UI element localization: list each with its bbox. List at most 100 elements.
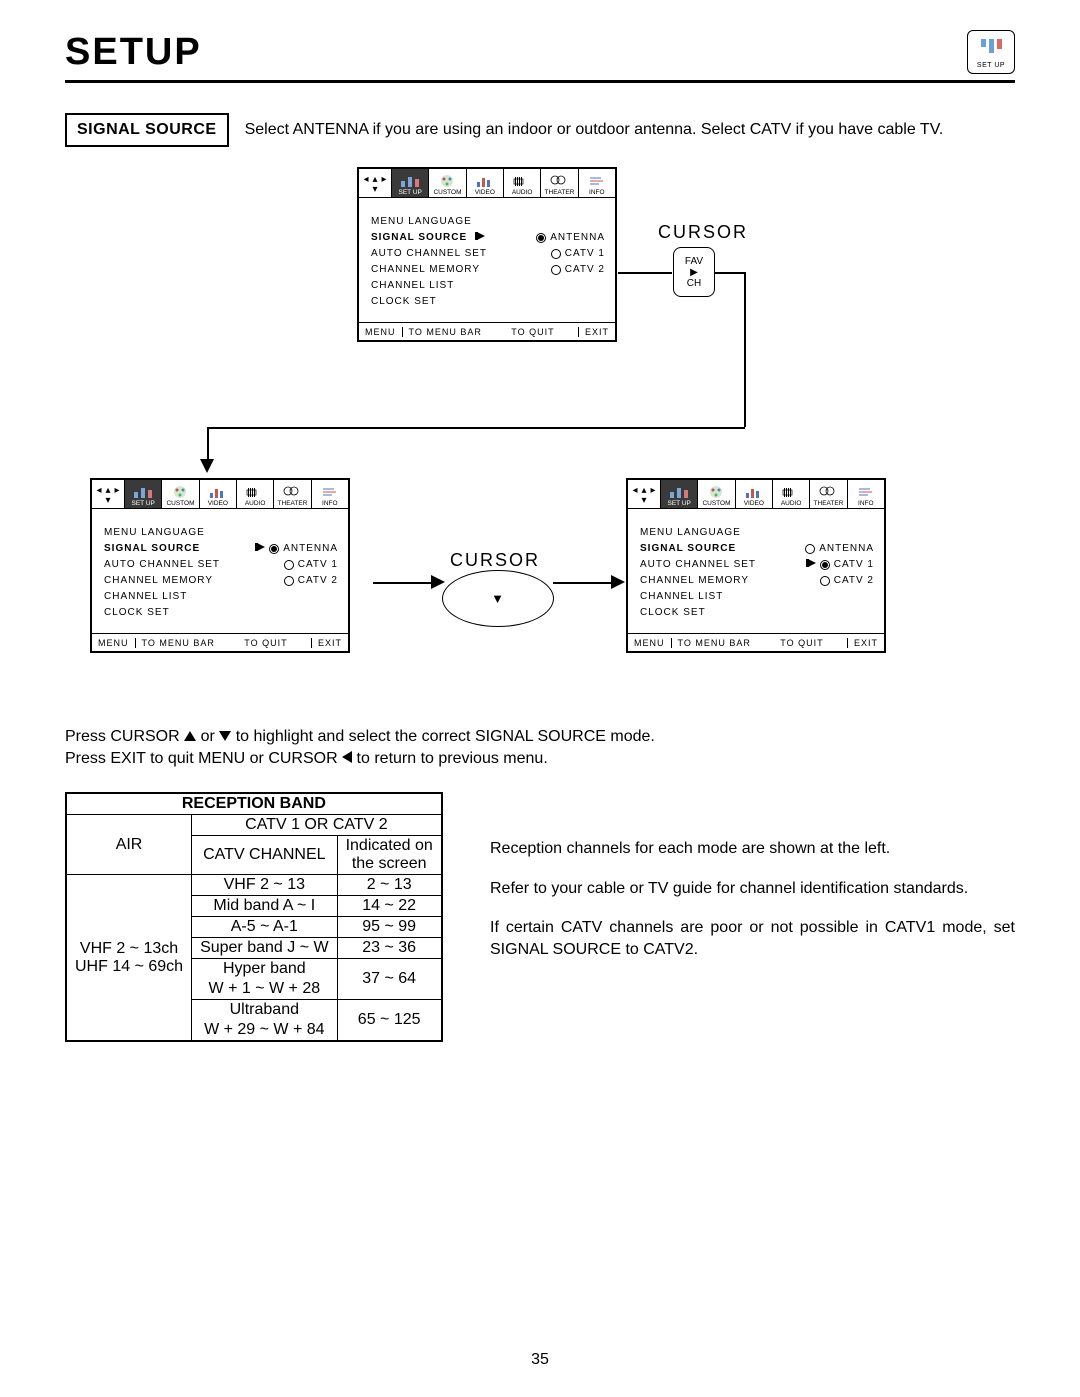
arrow-right-icon	[475, 230, 485, 246]
menu-item: CLOCK SET	[371, 294, 437, 310]
tab-info: INFO	[578, 169, 615, 197]
footer-menu: MENU	[628, 638, 672, 648]
tab-audio: AUDIO	[503, 169, 540, 197]
menu-item: CHANNEL MEMORY	[371, 262, 480, 278]
arrow-right-icon	[255, 541, 265, 557]
tab-setup: SET UP	[124, 480, 161, 508]
remote-fav-ch-button: FAV▶CH	[673, 247, 715, 297]
menu-item: AUTO CHANNEL SET	[640, 557, 756, 573]
menu-item-signal-source: SIGNAL SOURCE	[371, 232, 467, 243]
table-cell: W + 1 ~ W + 28	[192, 979, 338, 1000]
nav-arrows-icon: ◂▴▸▾	[92, 480, 124, 508]
tab-custom: CUSTOM	[697, 480, 734, 508]
arrow-right-icon	[431, 575, 445, 589]
footer-menu: MENU	[359, 327, 403, 337]
table-cell: Mid band A ~ I	[192, 896, 338, 917]
option-antenna: ANTENNA	[536, 230, 605, 246]
option-catv2: CATV 2	[551, 262, 605, 278]
signal-source-label-box: SIGNAL SOURCE	[65, 113, 229, 147]
option-catv1: CATV 1	[284, 557, 338, 573]
tab-custom: CUSTOM	[161, 480, 198, 508]
menu-item-signal-source: SIGNAL SOURCE	[640, 541, 736, 557]
footer-to-menu-bar: TO MENU BAR	[136, 638, 221, 648]
tab-audio: AUDIO	[772, 480, 809, 508]
table-cell: Ultraband	[192, 1000, 338, 1021]
tab-setup: SET UP	[660, 480, 697, 508]
tab-video: VIDEO	[466, 169, 503, 197]
osd-panel-left: ◂▴▸▾ SET UP CUSTOM VIDEO AUDIO THEATER I…	[90, 478, 350, 653]
menu-item: CHANNEL LIST	[371, 278, 454, 294]
cursor-left-icon	[342, 751, 352, 763]
remote-cursor-oval: ▼	[442, 570, 554, 627]
side-text: Reception channels for each mode are sho…	[490, 838, 1015, 978]
table-cell: Hyper band	[192, 959, 338, 980]
osd-panel-top: ◂▴▸▾ SET UP CUSTOM VIDEO AUDIO THEATER I…	[357, 167, 617, 342]
option-antenna-selected: ANTENNA	[255, 541, 338, 557]
tab-setup: SET UP	[391, 169, 428, 197]
page-number: 35	[0, 1351, 1080, 1369]
tab-custom: CUSTOM	[428, 169, 465, 197]
tab-theater: THEATER	[273, 480, 310, 508]
table-cell: 14 ~ 22	[337, 896, 442, 917]
menu-item: MENU LANGUAGE	[640, 525, 741, 541]
cursor-label: CURSOR	[450, 550, 540, 571]
footer-exit: EXIT	[311, 638, 348, 648]
cursor-label: CURSOR	[658, 222, 748, 243]
menu-item: CHANNEL LIST	[104, 589, 187, 605]
cursor-down-icon	[219, 731, 231, 741]
menu-item: CLOCK SET	[104, 605, 170, 621]
tab-audio: AUDIO	[236, 480, 273, 508]
divider	[65, 80, 1015, 83]
page-title: SETUP	[65, 31, 202, 74]
col-catv-channel: CATV CHANNEL	[192, 836, 338, 875]
table-cell: 37 ~ 64	[337, 959, 442, 1000]
tab-info: INFO	[847, 480, 884, 508]
footer-to-quit: TO QUIT	[505, 327, 560, 337]
air-row: VHF 2 ~ 13chUHF 14 ~ 69ch	[66, 875, 192, 1042]
table-cell: W + 29 ~ W + 84	[192, 1020, 338, 1041]
arrow-right-icon	[611, 575, 625, 589]
tab-theater: THEATER	[809, 480, 846, 508]
menu-item: CHANNEL MEMORY	[104, 573, 213, 589]
arrow-right-icon	[806, 557, 816, 573]
table-cell: 23 ~ 36	[337, 938, 442, 959]
menu-item: CLOCK SET	[640, 605, 706, 621]
col-indicated: Indicated onthe screen	[337, 836, 442, 875]
tab-theater: THEATER	[540, 169, 577, 197]
instructions: Press CURSOR or to highlight and select …	[65, 726, 655, 769]
footer-to-quit: TO QUIT	[774, 638, 829, 648]
tab-info: INFO	[311, 480, 348, 508]
table-title: RECEPTION BAND	[66, 793, 442, 815]
table-cell: VHF 2 ~ 13	[192, 875, 338, 896]
signal-source-description: Select ANTENNA if you are using an indoo…	[245, 120, 944, 141]
col-catv-hdr: CATV 1 OR CATV 2	[192, 815, 442, 836]
footer-menu: MENU	[92, 638, 136, 648]
option-catv2: CATV 2	[284, 573, 338, 589]
setup-icon: SET UP	[967, 30, 1015, 74]
footer-to-menu-bar: TO MENU BAR	[672, 638, 757, 648]
option-catv2: CATV 2	[820, 573, 874, 589]
option-catv1-selected: CATV 1	[806, 557, 874, 573]
table-cell: Super band J ~ W	[192, 938, 338, 959]
option-antenna: ANTENNA	[805, 541, 874, 557]
footer-exit: EXIT	[578, 327, 615, 337]
osd-panel-right: ◂▴▸▾ SET UP CUSTOM VIDEO AUDIO THEATER I…	[626, 478, 886, 653]
footer-exit: EXIT	[847, 638, 884, 648]
menu-item: AUTO CHANNEL SET	[104, 557, 220, 573]
cursor-up-icon	[184, 731, 196, 741]
menu-item: AUTO CHANNEL SET	[371, 246, 487, 262]
menu-item: CHANNEL LIST	[640, 589, 723, 605]
footer-to-quit: TO QUIT	[238, 638, 293, 648]
table-cell: 65 ~ 125	[337, 1000, 442, 1042]
table-cell: 95 ~ 99	[337, 917, 442, 938]
tab-video: VIDEO	[199, 480, 236, 508]
nav-arrows-icon: ◂▴▸▾	[628, 480, 660, 508]
tab-video: VIDEO	[735, 480, 772, 508]
table-cell: 2 ~ 13	[337, 875, 442, 896]
arrow-down-icon	[200, 459, 214, 473]
nav-arrows-icon: ◂▴▸▾	[359, 169, 391, 197]
option-catv1: CATV 1	[551, 246, 605, 262]
menu-item: MENU LANGUAGE	[104, 525, 205, 541]
col-air: AIR	[66, 815, 192, 875]
menu-item: MENU LANGUAGE	[371, 214, 472, 230]
